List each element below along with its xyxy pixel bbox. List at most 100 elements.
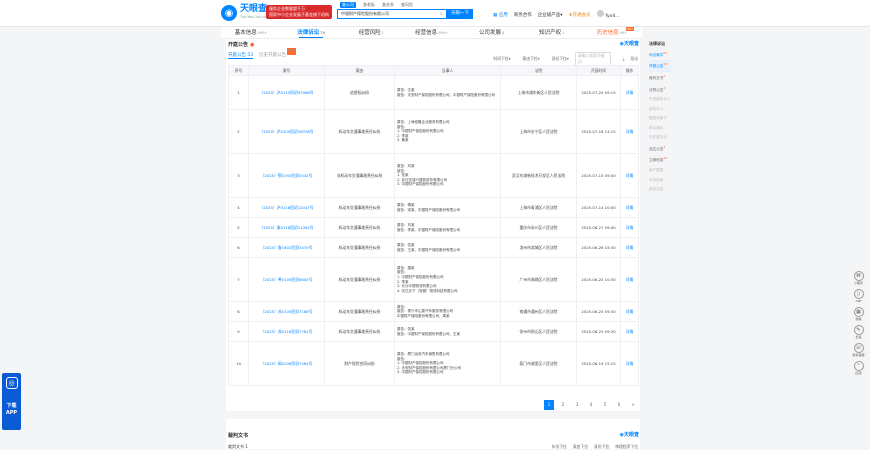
detail-link[interactable]: 详情: [620, 75, 639, 110]
filter-procedure[interactable]: 审理程序下拉: [615, 444, 638, 450]
download-app-float[interactable]: ◎ 下载 APP: [2, 373, 21, 430]
court-name: 武汉东湖新技术开发区人民法院: [500, 153, 577, 198]
nav-user[interactable]: fyx4...: [596, 10, 620, 19]
filter-time[interactable]: 时间下拉▾: [487, 56, 510, 62]
subtab-history[interactable]: 历史开庭公告: [259, 52, 286, 59]
sidenav-item[interactable]: 破产重整: [649, 166, 671, 176]
case-number-link[interactable]: （2025）鄂0192民初5342号: [248, 153, 325, 198]
detail-link[interactable]: 详情: [620, 237, 639, 258]
nav-vip[interactable]: ♛开通会员: [568, 12, 590, 18]
tab-legal[interactable]: 法律诉讼79: [281, 27, 341, 38]
right-tool-3[interactable]: ✎ 反馈: [851, 325, 866, 339]
detail-link[interactable]: 详情: [620, 217, 639, 238]
detail-link[interactable]: 详情: [620, 321, 639, 342]
page-button[interactable]: 5: [600, 400, 610, 410]
case-cause: 机动车交通事故责任纠纷: [324, 301, 395, 322]
tab-basic[interactable]: 基本信息999+: [221, 27, 281, 38]
tab-operation-info[interactable]: 经营信息999+: [401, 27, 461, 38]
detail-link[interactable]: 详情: [620, 197, 639, 218]
table-row: 9 （2025）苏0116民初7781号 机动车交通事故责任纠纷 原告：张某 被告：中…: [228, 321, 639, 342]
subtab-current[interactable]: 开庭公告 53: [228, 52, 254, 59]
judgment-subtab[interactable]: 裁判文书 1: [228, 444, 248, 450]
sidenav-item[interactable]: 立案信息15: [649, 154, 671, 166]
sidenav-item[interactable]: 终本案件: [649, 124, 671, 134]
tab-operation-risk[interactable]: 经营风险1: [341, 27, 401, 38]
tab-development[interactable]: 公司发展8: [462, 27, 522, 38]
detail-link[interactable]: 详情: [620, 109, 639, 154]
tab-ip[interactable]: 知识产权1: [522, 27, 582, 38]
search-tab-risk[interactable]: 查风险: [401, 2, 413, 8]
sidenav-item-label: 限制消费令: [649, 116, 667, 121]
sidenav-item[interactable]: 历史被执行: [649, 133, 671, 143]
page-button[interactable]: >: [628, 400, 638, 410]
case-number-link[interactable]: （2025）粤0105民初8605号: [248, 257, 325, 302]
right-tool-label: 回顶: [855, 371, 862, 375]
filter-role[interactable]: 身份下拉▾: [546, 56, 569, 62]
filter-cause[interactable]: 案由下拉▾: [517, 56, 540, 62]
sidenav-item[interactable]: 开庭公告53: [649, 60, 671, 72]
sidenav-item[interactable]: 被执行人: [649, 105, 671, 115]
sidenav-item[interactable]: 送达公告2: [649, 143, 671, 155]
export-button[interactable]: ⤓ 导出: [617, 56, 638, 62]
case-number-link[interactable]: （2025）鲁1602民初3470号: [248, 237, 325, 258]
sidenav-item-count: 4: [663, 85, 666, 90]
case-number-link[interactable]: （2025）苏0116民初7781号: [248, 321, 325, 342]
right-tool-4[interactable]: ☏ 联系客服: [851, 343, 866, 357]
section-title: 开庭公告 ●: [228, 42, 255, 48]
case-number-link[interactable]: （2025）沪0115民初97068号: [248, 75, 325, 110]
case-number-link[interactable]: （2025）闽0206民初7484号: [248, 341, 325, 386]
app-icon: ▯: [853, 289, 864, 299]
court-name: 上海市青浦区人民法院: [500, 197, 577, 218]
right-tool-0[interactable]: ⌘ 小程序: [851, 271, 866, 285]
search-tab-boss[interactable]: 查老板: [363, 2, 375, 8]
page-button[interactable]: 6: [614, 400, 624, 410]
sidenav-item[interactable]: 股权冻结: [649, 185, 671, 195]
search-input[interactable]: 中银财产保险股份有限公司 ⊗: [337, 9, 447, 19]
logo-subtext: TianYanCha.com: [240, 15, 269, 19]
case-parties: 原告：刘某 被告：李某、中银财产保险股份有限公司: [394, 217, 501, 238]
page-button[interactable]: 4: [586, 400, 596, 410]
right-tool-2[interactable]: ▦ 微信: [851, 307, 866, 321]
search-button[interactable]: 天眼一下: [447, 9, 473, 19]
detail-link[interactable]: 详情: [620, 257, 639, 302]
clear-icon[interactable]: ⊗: [440, 10, 443, 18]
search-tab-company[interactable]: 查公司: [340, 2, 356, 8]
filter-role[interactable]: 身份下拉: [594, 444, 609, 450]
case-number-link[interactable]: （2025）沪0118民初12047号: [248, 197, 325, 218]
case-number-link[interactable]: （2025）苏0105民初7186号: [248, 301, 325, 322]
sidenav-item[interactable]: 失信被执行人: [649, 95, 671, 105]
case-cause: 机动车交通事故责任纠纷: [324, 217, 395, 238]
promo-banner[interactable]: 服务企业数量超千万 国家中小企业发展子基金旗下机构: [266, 5, 332, 19]
detail-link[interactable]: 详情: [620, 153, 639, 198]
sidenav-item[interactable]: 司法案件63: [649, 49, 671, 61]
filter-year[interactable]: 年份下拉: [552, 444, 567, 450]
page-button[interactable]: 1: [544, 400, 554, 410]
case-number-link[interactable]: （2025）渝0118民初11082号: [248, 217, 325, 238]
sidenav-item[interactable]: 限制消费令: [649, 114, 671, 124]
page-button[interactable]: 3: [572, 400, 582, 410]
filter-cause[interactable]: 案由下拉: [573, 444, 588, 450]
detail-link[interactable]: 详情: [620, 301, 639, 322]
nav-products[interactable]: 企业级产品▾: [538, 12, 563, 18]
right-tool-5[interactable]: ⌃ 回顶: [851, 361, 866, 375]
sidenav-item[interactable]: 裁判文书1: [649, 72, 671, 84]
section-search-input[interactable]: 请输入搜索关键词: [574, 52, 611, 66]
case-cause: 机动车交通事故责任纠纷: [324, 197, 395, 218]
service-icon: ☏: [853, 343, 864, 353]
logo[interactable]: ◉ 天眼查 TianYanCha.com: [221, 4, 269, 22]
nav-app[interactable]: ▦ 应用: [493, 12, 508, 18]
detail-link[interactable]: 详情: [620, 341, 639, 386]
right-tool-1[interactable]: ▯ APP: [851, 289, 866, 303]
col-time[interactable]: 开庭时间: [576, 65, 621, 76]
col-no: 序号: [228, 65, 249, 76]
hearing-time: 2025-07-24 09:15: [576, 75, 621, 110]
tab-history[interactable]: 历史信息99+ HOT: [582, 27, 642, 38]
sidenav-item-count: 63: [663, 50, 668, 55]
sidenav-item[interactable]: 法院公告4: [649, 84, 671, 96]
nav-commerce[interactable]: 商务合作: [514, 12, 532, 18]
table-row: 6 （2025）鲁1602民初3470号 机动车交通事故责任纠纷 原告：张某 被告：王…: [228, 237, 639, 258]
page-button[interactable]: 2: [558, 400, 568, 410]
case-number-link[interactable]: （2025）沪0105民初16378号: [248, 109, 325, 154]
sidenav-item[interactable]: 司法拍卖: [649, 176, 671, 186]
search-tab-relation[interactable]: 查关系: [382, 2, 394, 8]
